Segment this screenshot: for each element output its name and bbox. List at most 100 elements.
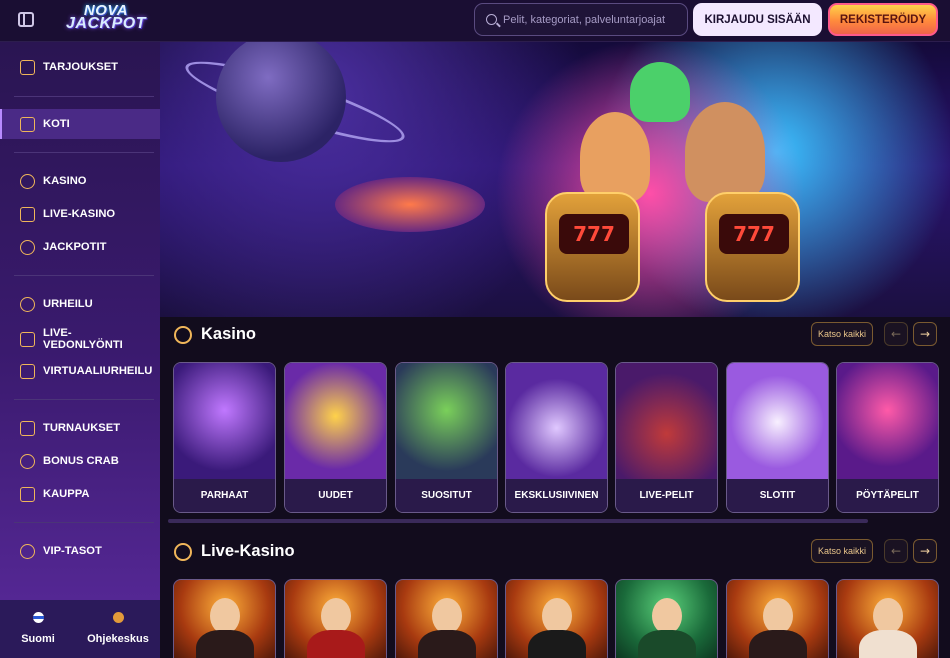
live-dealer-card[interactable] xyxy=(284,579,387,658)
card-label: EKSKLUSIIVINEN xyxy=(506,479,607,512)
live-dealer-card[interactable] xyxy=(615,579,718,658)
card-label: SUOSITUT xyxy=(396,479,497,512)
card-art xyxy=(285,363,386,481)
live-dealer-card[interactable] xyxy=(395,579,498,658)
seven-icon xyxy=(20,239,35,255)
spade-icon xyxy=(174,543,192,561)
dealer-face xyxy=(210,598,240,634)
sidebar-item-label: KOTI xyxy=(43,118,70,130)
crab-icon xyxy=(20,453,35,469)
slot-display: 777 xyxy=(559,214,629,254)
sidebar-divider xyxy=(14,399,154,400)
main-content: 777 777 Kasino Katso kaikki ← → PARHAAT … xyxy=(160,42,950,658)
see-all-live-casino-button[interactable]: Katso kaikki xyxy=(811,539,873,563)
help-label: Ohjekeskus xyxy=(87,633,149,645)
chip-icon xyxy=(20,173,35,189)
sidebar-divider xyxy=(14,275,154,276)
card-art xyxy=(727,363,828,481)
dealer-face xyxy=(321,598,351,634)
next-arrow-icon[interactable]: → xyxy=(913,539,937,563)
sidebar-item-label: TURNAUKSET xyxy=(43,422,121,434)
sidebar-item-label: LIVE-VEDONLYÖNTI xyxy=(43,327,123,351)
category-card-parhaat[interactable]: PARHAAT xyxy=(173,362,276,513)
dealer-body xyxy=(749,630,807,658)
sidebar-divider xyxy=(14,522,154,523)
sidebar-footer: Suomi Ohjekeskus xyxy=(0,600,160,658)
live-dealer-card[interactable] xyxy=(836,579,939,658)
card-label: PÖYTÄPELIT xyxy=(837,479,938,512)
woman-character xyxy=(580,112,650,202)
sidebar-item-tarjoukset[interactable]: TARJOUKSET xyxy=(0,52,160,82)
sidebar-item-virtuaaliurheilu[interactable]: VIRTUAALIURHEILU xyxy=(0,356,160,386)
gamepad-icon xyxy=(20,363,35,379)
category-card-slotit[interactable]: SLOTIT xyxy=(726,362,829,513)
sidebar-item-kauppa[interactable]: KAUPPA xyxy=(0,479,160,509)
live-play-icon xyxy=(20,331,35,347)
trophy-icon xyxy=(20,420,35,436)
section-title-live-kasino: Live-Kasino xyxy=(201,542,295,560)
ufo-illustration xyxy=(335,177,485,232)
slot-kart-left: 777 xyxy=(545,192,640,302)
category-card-uudet[interactable]: UUDET xyxy=(284,362,387,513)
sidebar: TARJOUKSET KOTI KASINO LIVE-KASINO JACKP… xyxy=(0,42,160,658)
card-art xyxy=(174,363,275,481)
login-button[interactable]: KIRJAUDU SISÄÄN xyxy=(693,3,822,36)
live-dealer-card[interactable] xyxy=(726,579,829,658)
sidebar-item-jackpotit[interactable]: JACKPOTIT xyxy=(0,232,160,262)
card-label: UUDET xyxy=(285,479,386,512)
dealer-body xyxy=(528,630,586,658)
sidebar-item-urheilu[interactable]: URHEILU xyxy=(0,289,160,319)
prev-arrow-icon[interactable]: ← xyxy=(884,539,908,563)
sidebar-item-live-vedonlyonti[interactable]: LIVE-VEDONLYÖNTI xyxy=(0,322,160,356)
search-input[interactable] xyxy=(503,4,683,35)
sidebar-toggle-icon[interactable] xyxy=(18,12,34,27)
finland-flag-icon xyxy=(32,612,44,623)
dealer-body xyxy=(638,630,696,658)
gift-icon xyxy=(20,59,35,75)
sidebar-item-label: BONUS CRAB xyxy=(43,455,119,467)
dealer-body xyxy=(418,630,476,658)
hero-banner[interactable]: 777 777 xyxy=(160,42,950,317)
chip-icon xyxy=(174,326,192,344)
search-box[interactable] xyxy=(474,3,688,36)
sidebar-item-label: URHEILU xyxy=(43,298,93,310)
sidebar-item-koti[interactable]: KOTI xyxy=(0,109,160,139)
shop-icon xyxy=(20,486,35,502)
sidebar-item-turnaukset[interactable]: TURNAUKSET xyxy=(0,413,160,443)
horizontal-scrollbar[interactable] xyxy=(168,519,868,523)
man-character xyxy=(685,102,765,202)
section-title-kasino: Kasino xyxy=(201,325,257,343)
see-all-casino-button[interactable]: Katso kaikki xyxy=(811,322,873,346)
prev-arrow-icon[interactable]: ← xyxy=(884,322,908,346)
help-icon xyxy=(112,612,124,623)
sidebar-item-label: TARJOUKSET xyxy=(43,61,119,73)
card-art xyxy=(506,363,607,481)
card-art xyxy=(837,363,938,481)
help-center-link[interactable]: Ohjekeskus xyxy=(76,600,160,658)
language-selector[interactable]: Suomi xyxy=(0,600,76,658)
sidebar-divider xyxy=(14,96,154,97)
category-card-eksklusiivinen[interactable]: EKSKLUSIIVINEN xyxy=(505,362,608,513)
sidebar-item-live-kasino[interactable]: LIVE-KASINO xyxy=(0,199,160,229)
sidebar-item-label: KAUPPA xyxy=(43,488,90,500)
category-card-live-pelit[interactable]: LIVE-PELIT xyxy=(615,362,718,513)
logo[interactable]: NOVA JACKPOT xyxy=(58,3,154,36)
sidebar-item-label: KASINO xyxy=(43,175,87,187)
live-dealer-card[interactable] xyxy=(505,579,608,658)
category-card-suositut[interactable]: SUOSITUT xyxy=(395,362,498,513)
register-button[interactable]: REKISTERÖIDY xyxy=(828,3,938,36)
sidebar-item-kasino[interactable]: KASINO xyxy=(0,166,160,196)
next-arrow-icon[interactable]: → xyxy=(913,322,937,346)
home-icon xyxy=(20,116,35,132)
card-label: LIVE-PELIT xyxy=(616,479,717,512)
ball-icon xyxy=(20,296,35,312)
search-icon xyxy=(486,14,497,25)
category-card-poytapelit[interactable]: PÖYTÄPELIT xyxy=(836,362,939,513)
sidebar-item-vip-tasot[interactable]: VIP-TASOT xyxy=(0,536,160,566)
dealer-face xyxy=(432,598,462,634)
sidebar-item-label: LIVE-KASINO xyxy=(43,208,116,220)
dealer-body xyxy=(196,630,254,658)
planet-illustration xyxy=(216,42,346,162)
live-dealer-card[interactable] xyxy=(173,579,276,658)
sidebar-item-bonus-crab[interactable]: BONUS CRAB xyxy=(0,446,160,476)
